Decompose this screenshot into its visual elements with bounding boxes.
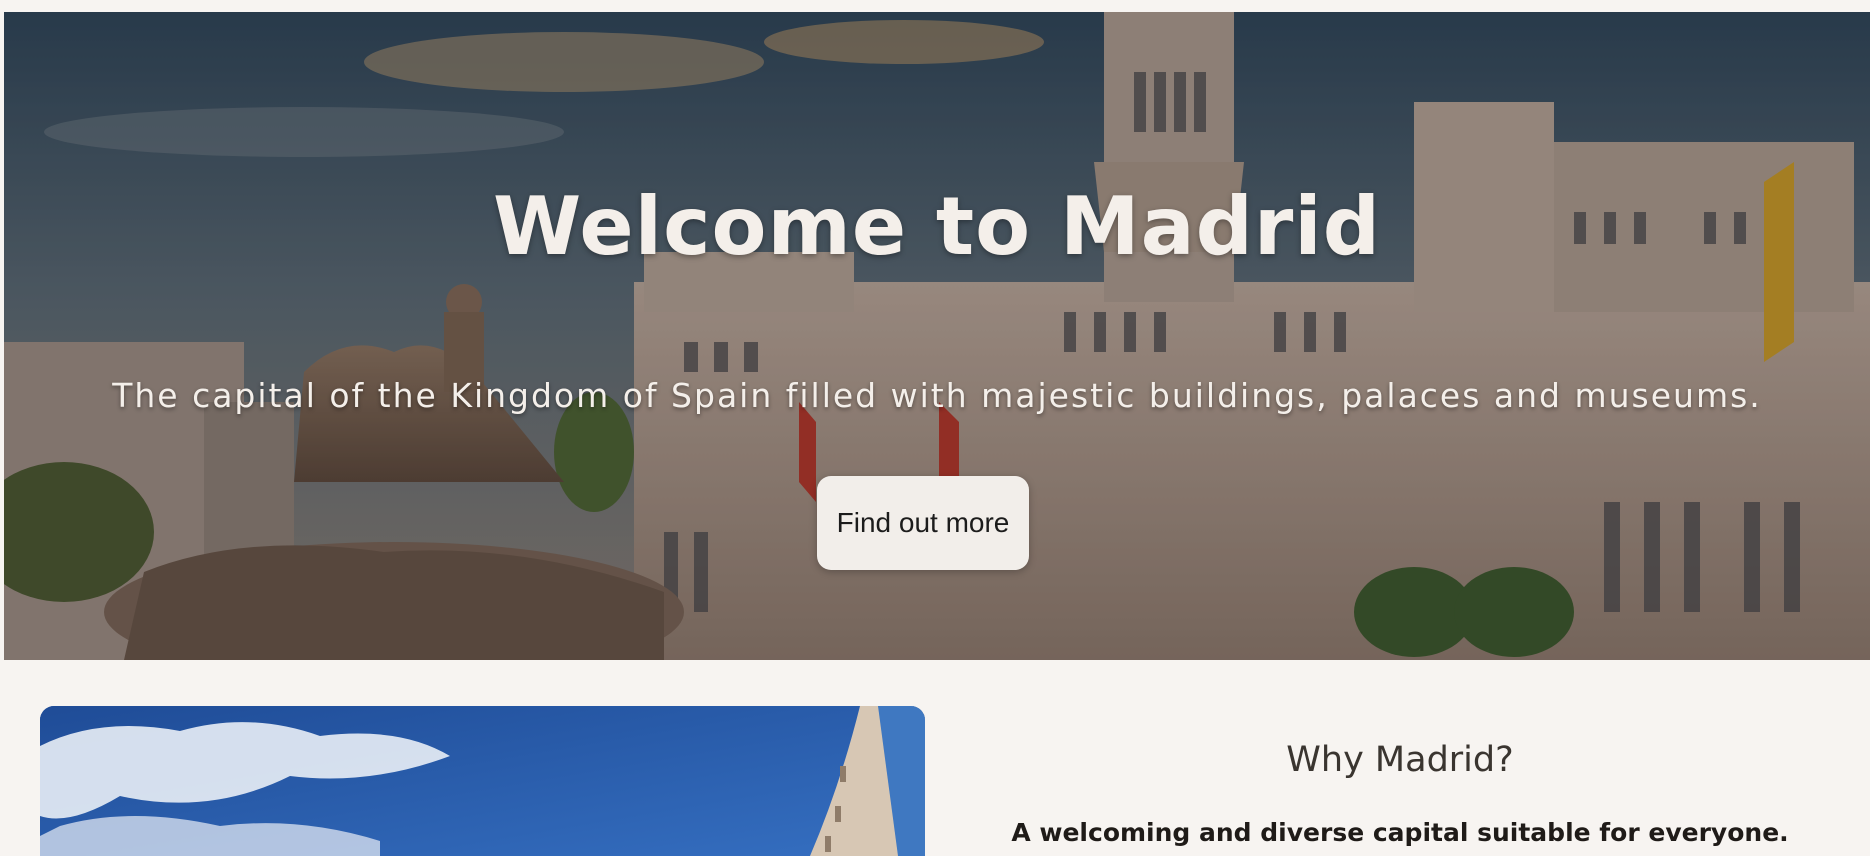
hero-subtitle: The capital of the Kingdom of Spain fill… [112, 376, 1762, 415]
hero-section: Welcome to Madrid The capital of the Kin… [4, 12, 1870, 660]
why-madrid-text: A welcoming and diverse capital suitable… [1011, 818, 1789, 847]
find-out-more-button[interactable]: Find out more [817, 476, 1029, 570]
feature-image [40, 706, 925, 856]
hero-title: Welcome to Madrid [493, 180, 1381, 273]
top-strip [0, 0, 1870, 12]
feature-image-graphic [40, 706, 925, 856]
why-madrid-heading: Why Madrid? [1286, 740, 1514, 780]
